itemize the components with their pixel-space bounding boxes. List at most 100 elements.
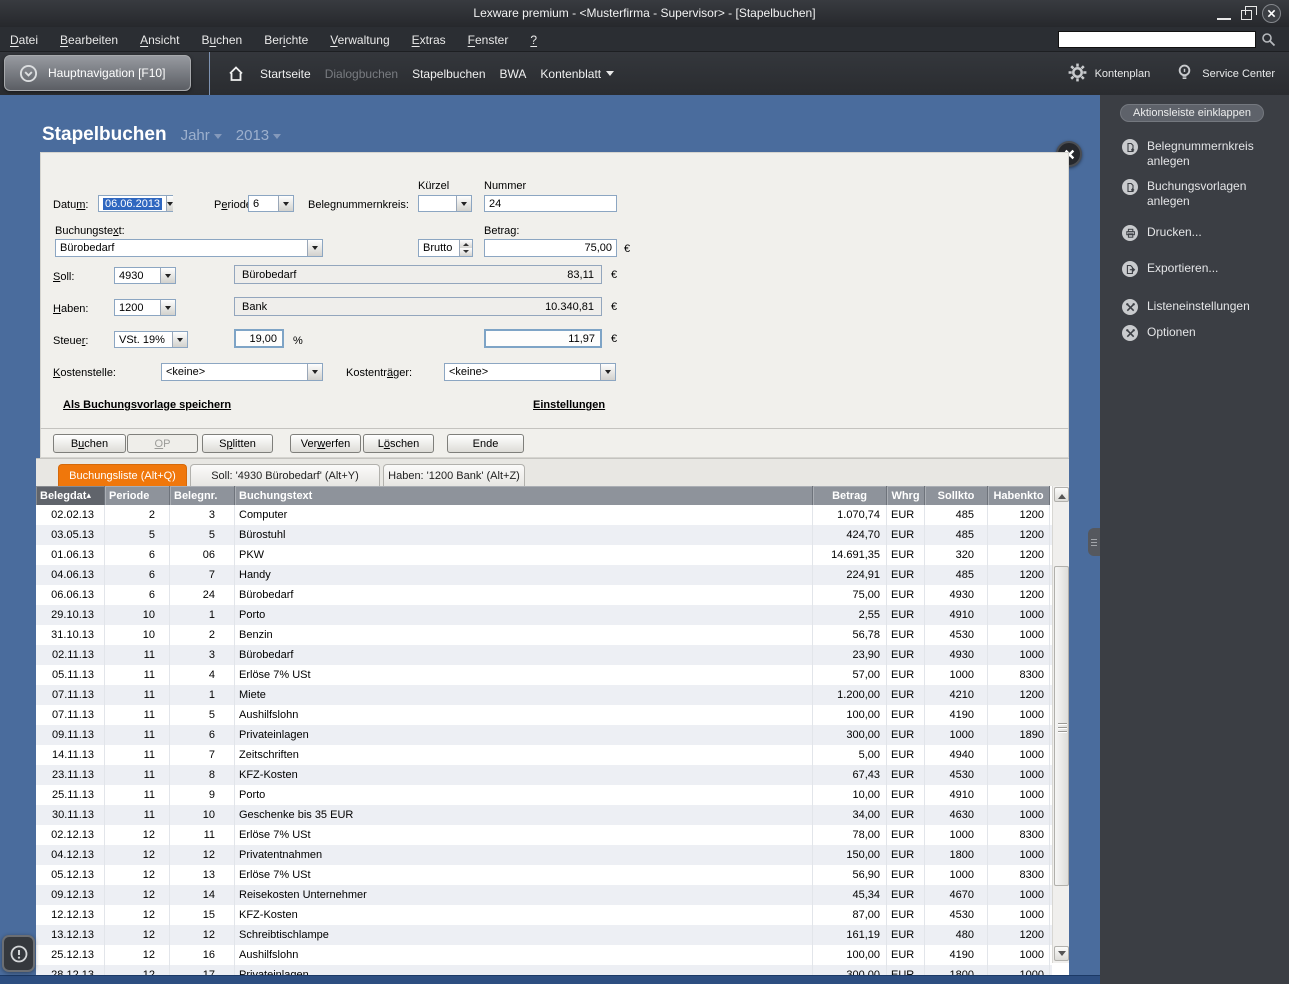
menu-item-verwaltung[interactable]: Verwaltung xyxy=(330,33,389,47)
collapse-sidebar-button[interactable]: Aktionsleiste einklappen xyxy=(1120,104,1264,122)
ende-button[interactable]: Ende xyxy=(447,434,524,453)
steuer-betrag-input[interactable]: 11,97 xyxy=(484,329,602,348)
table-row[interactable]: 09.12.13 12 14 Reisekosten Unternehmer 45,34… xyxy=(36,885,1052,905)
column-header-whrg[interactable]: Whrg xyxy=(887,486,925,505)
datum-field[interactable]: 06.06.2013 xyxy=(98,195,174,212)
menu-item-fenster[interactable]: Fenster xyxy=(468,33,509,47)
l-schen-button[interactable]: Löschen xyxy=(363,434,434,453)
chevron-down-icon[interactable] xyxy=(172,332,187,347)
table-row[interactable]: 01.06.13 6 06 PKW 14.691,35 EUR 320 1200 xyxy=(36,545,1052,565)
chevron-down-icon[interactable] xyxy=(307,240,322,256)
kostenstelle-combo[interactable]: <keine> xyxy=(161,363,323,381)
column-header-sollkto[interactable]: Sollkto xyxy=(925,486,988,505)
verwerfen-button[interactable]: Verwerfen xyxy=(290,434,361,453)
restore-button[interactable] xyxy=(1241,5,1257,20)
splitten-button[interactable]: Splitten xyxy=(202,434,273,453)
info-button[interactable] xyxy=(2,935,35,972)
buchungstext-combo[interactable]: Bürobedarf xyxy=(55,239,323,257)
year-value-dropdown[interactable]: 2013 xyxy=(236,127,282,144)
search-icon[interactable] xyxy=(1261,32,1276,52)
soll-konto-combo[interactable]: 4930 xyxy=(114,267,176,284)
spinner-buttons[interactable] xyxy=(459,240,472,256)
nav-item-stapelbuchen[interactable]: Stapelbuchen xyxy=(412,67,485,81)
table-row[interactable]: 23.11.13 11 8 KFZ-Kosten 67,43 EUR 4530 1000 xyxy=(36,765,1052,785)
kostentraeger-combo[interactable]: <keine> xyxy=(444,363,616,381)
table-row[interactable]: 02.11.13 11 3 Bürobedarf 23,90 EUR 4930 1000 xyxy=(36,645,1052,665)
service-center-button[interactable]: Service Center xyxy=(1174,62,1275,86)
chevron-down-icon[interactable] xyxy=(160,268,175,283)
scrollbar-thumb[interactable] xyxy=(1054,566,1069,886)
menu-item-ansicht[interactable]: Ansicht xyxy=(140,33,179,47)
table-row[interactable]: 14.11.13 11 7 Zeitschriften 5,00 EUR 4940 1000 xyxy=(36,745,1052,765)
steuer-prozent-input[interactable]: 19,00 xyxy=(234,329,284,348)
table-row[interactable]: 25.12.13 12 16 Aushilfslohn 100,00 EUR 4190 100… xyxy=(36,945,1052,965)
sidebar-grip[interactable] xyxy=(1088,528,1100,556)
table-row[interactable]: 09.11.13 11 6 Privateinlagen 300,00 EUR 1000 18… xyxy=(36,725,1052,745)
column-header-betrag[interactable]: Betrag xyxy=(813,486,887,505)
nummer-input[interactable]: 24 xyxy=(484,195,617,212)
chevron-down-icon[interactable] xyxy=(166,196,174,211)
hauptnav-button[interactable]: Hauptnavigation [F10] xyxy=(4,55,191,91)
column-header-periode[interactable]: Periode xyxy=(105,486,170,505)
scroll-up-button[interactable] xyxy=(1054,487,1069,502)
table-row[interactable]: 06.06.13 6 24 Bürobedarf 75,00 EUR 4930 1200 xyxy=(36,585,1052,605)
column-header-belegnr[interactable]: Belegnr. xyxy=(170,486,235,505)
nav-item-kontenblatt[interactable]: Kontenblatt xyxy=(540,67,615,81)
table-row[interactable]: 28.12.13 12 17 Privateinlagen 300,00 EUR 1800 1… xyxy=(36,965,1052,975)
table-row[interactable]: 02.02.13 2 3 Computer 1.070,74 EUR 485 1200 xyxy=(36,505,1052,525)
tab-buchungsliste[interactable]: Buchungsliste (Alt+Q) xyxy=(58,464,187,487)
sidebar-action-drucken[interactable]: Drucken... xyxy=(1122,225,1202,241)
chevron-down-icon[interactable] xyxy=(307,364,322,380)
menu-item-datei[interactable]: Datei xyxy=(10,33,38,47)
betrag-input[interactable]: 75,00 xyxy=(484,239,617,257)
table-row[interactable]: 13.12.13 12 12 Schreibtischlampe 161,19 EUR 48… xyxy=(36,925,1052,945)
nav-item-bwa[interactable]: BWA xyxy=(500,67,527,81)
vertical-scrollbar[interactable] xyxy=(1052,486,1069,963)
column-header-habenkto[interactable]: Habenkto xyxy=(988,486,1050,505)
column-header-belegdat[interactable]: Belegdat ▴ xyxy=(36,486,105,505)
menu-item-berichte[interactable]: Berichte xyxy=(264,33,308,47)
haben-konto-combo[interactable]: 1200 xyxy=(114,299,176,316)
table-row[interactable]: 04.06.13 6 7 Handy 224,91 EUR 485 1200 xyxy=(36,565,1052,585)
tab-soll[interactable]: Soll: '4930 Bürobedarf' (Alt+Y) xyxy=(190,464,380,487)
menu-item-extras[interactable]: Extras xyxy=(412,33,446,47)
sidebar-action-buchungsvorlagen-anlegen[interactable]: Buchungsvorlagen anlegen xyxy=(1122,179,1272,209)
chevron-down-icon[interactable] xyxy=(600,364,615,380)
sidebar-action-optionen[interactable]: Optionen xyxy=(1122,325,1196,341)
steuer-combo[interactable]: VSt. 19% xyxy=(114,331,188,348)
kuerzel-combo[interactable] xyxy=(418,195,472,212)
year-dropdown[interactable]: Jahr xyxy=(181,127,222,144)
search-input[interactable] xyxy=(1058,31,1256,48)
periode-combo[interactable]: 6 xyxy=(248,195,294,212)
buchen-button[interactable]: Buchen xyxy=(53,434,126,453)
sidebar-action-listeneinstellungen[interactable]: Listeneinstellungen xyxy=(1122,299,1250,315)
table-row[interactable]: 07.11.13 11 5 Aushilfslohn 100,00 EUR 4190 1000 xyxy=(36,705,1052,725)
tab-haben[interactable]: Haben: '1200 Bank' (Alt+Z) xyxy=(383,464,525,487)
table-row[interactable]: 03.05.13 5 5 Bürostuhl 424,70 EUR 485 1200 xyxy=(36,525,1052,545)
table-row[interactable]: 31.10.13 10 2 Benzin 56,78 EUR 4530 1000 xyxy=(36,625,1052,645)
table-row[interactable]: 07.11.13 11 1 Miete 1.200,00 EUR 4210 1200 xyxy=(36,685,1052,705)
kontenplan-button[interactable]: Kontenplan xyxy=(1067,62,1150,86)
table-row[interactable]: 29.10.13 10 1 Porto 2,55 EUR 4910 1000 xyxy=(36,605,1052,625)
chevron-down-icon[interactable] xyxy=(160,300,175,315)
einstellungen-link[interactable]: Einstellungen xyxy=(533,399,605,411)
chevron-down-icon[interactable] xyxy=(278,196,293,211)
menu-item-buchen[interactable]: Buchen xyxy=(201,33,242,47)
close-button[interactable] xyxy=(1262,4,1281,23)
save-as-template-link[interactable]: Als Buchungsvorlage speichern xyxy=(63,399,231,411)
table-row[interactable]: 04.12.13 12 12 Privatentnahmen 150,00 EUR 1800… xyxy=(36,845,1052,865)
table-row[interactable]: 12.12.13 12 15 KFZ-Kosten 87,00 EUR 4530 1000 xyxy=(36,905,1052,925)
table-row[interactable]: 05.12.13 12 13 Erlöse 7% USt 56,90 EUR 1000 830… xyxy=(36,865,1052,885)
minimize-button[interactable] xyxy=(1217,8,1231,20)
chevron-down-icon[interactable] xyxy=(456,196,471,211)
sidebar-action-belegnummernkreis-anlegen[interactable]: Belegnummernkreis anlegen xyxy=(1122,139,1272,169)
table-row[interactable]: 02.12.13 12 11 Erlöse 7% USt 78,00 EUR 1000 830… xyxy=(36,825,1052,845)
nav-item-startseite[interactable]: Startseite xyxy=(260,67,311,81)
table-row[interactable]: 30.11.13 11 10 Geschenke bis 35 EUR 34,00 EUR… xyxy=(36,805,1052,825)
column-header-buchungstext[interactable]: Buchungstext xyxy=(235,486,813,505)
menu-item-item[interactable]: ? xyxy=(530,33,537,47)
table-row[interactable]: 05.11.13 11 4 Erlöse 7% USt 57,00 EUR 1000 8300 xyxy=(36,665,1052,685)
brutto-spinner[interactable]: Brutto xyxy=(418,239,473,257)
scroll-down-button[interactable] xyxy=(1054,946,1069,961)
sidebar-action-exportieren[interactable]: Exportieren... xyxy=(1122,261,1218,277)
